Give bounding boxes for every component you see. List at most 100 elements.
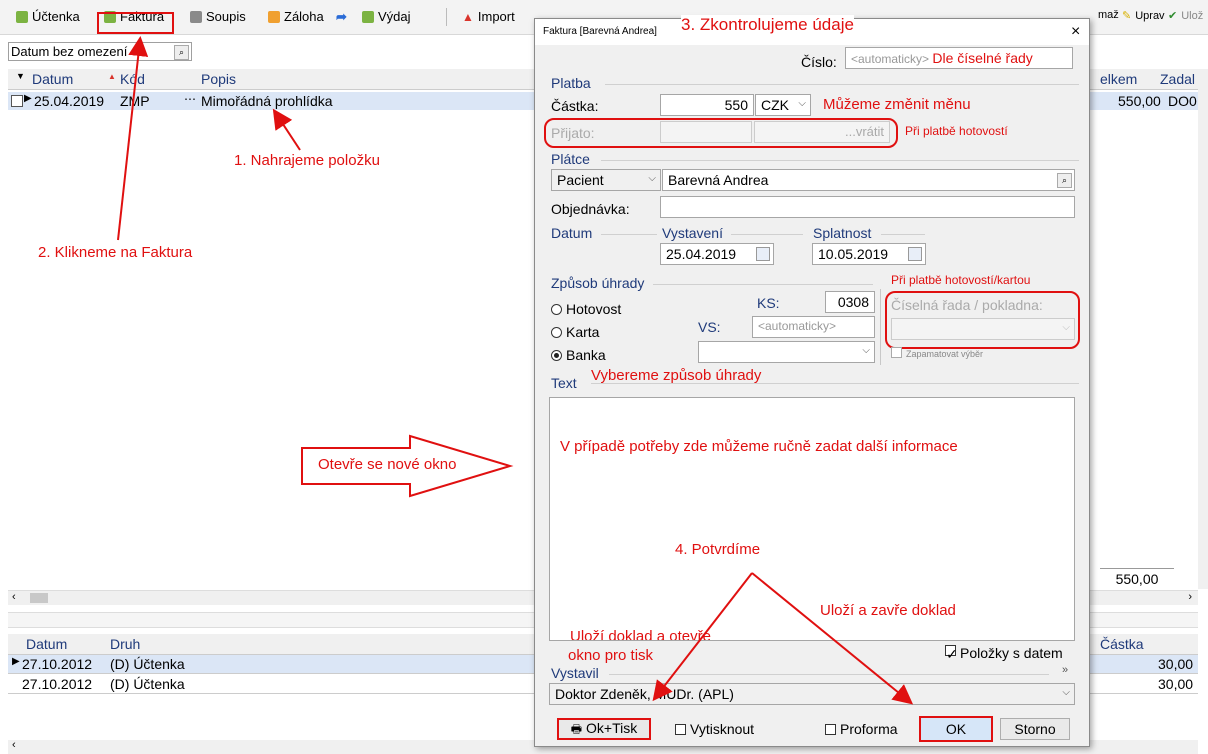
column-castka[interactable]: Částka [1100, 636, 1144, 652]
toolbar-edit-button[interactable]: ✎ Uprav [1122, 9, 1165, 23]
sort-down-icon[interactable]: ▼ [16, 71, 25, 81]
toolbar-separator [446, 8, 447, 26]
row-checkbox[interactable] [11, 95, 23, 107]
top-grid-sum: 550,00 [1100, 568, 1174, 591]
vytisknout-checkbox[interactable]: Vytisknout [675, 721, 754, 737]
search-icon[interactable]: ⌕ [1057, 173, 1072, 188]
platce-type-select[interactable]: Pacient ⌵ [551, 169, 661, 191]
collapse-icon[interactable]: » [1062, 664, 1068, 676]
radio-karta[interactable]: Karta [551, 324, 599, 340]
zapamatovat-checkbox[interactable]: Zapamatovat výběr [891, 347, 983, 359]
ks-label: KS: [757, 295, 780, 311]
column-zadal[interactable]: Zadal [1160, 71, 1195, 87]
scroll-thumb[interactable] [30, 593, 48, 603]
vystaveni-label: Vystavení [662, 225, 723, 241]
cislo-input[interactable]: <automaticky> Dle číselné řady [845, 47, 1073, 69]
calendar-icon[interactable] [908, 247, 922, 261]
ks-input[interactable]: 0308 [825, 291, 875, 313]
bank-account-select[interactable]: ⌵ [698, 341, 875, 363]
ok-tisk-button[interactable]: 🖶 Ok+Tisk [557, 718, 651, 740]
castka-input[interactable]: 550 [660, 94, 754, 116]
annotation-ok-tisk: Uloží doklad a otevře [570, 628, 711, 641]
expense-icon [362, 10, 374, 23]
polozky-checkbox[interactable]: ✓ Položky s datem [945, 645, 1063, 662]
highlight-faktura [97, 12, 174, 34]
printer-icon: 🖶 [570, 722, 583, 736]
column-celkem[interactable]: elkem [1100, 71, 1137, 87]
objednavka-label: Objednávka: [551, 201, 630, 217]
platba-section: Platba [551, 75, 591, 91]
vertical-scrollbar[interactable] [1198, 69, 1208, 589]
annotation-text: V případě potřeby zde můžeme ručně zadat… [560, 438, 958, 455]
annotation-new-window: Otevře se nové okno [318, 456, 457, 473]
storno-button[interactable]: Storno [1000, 718, 1070, 740]
column-popis[interactable]: Popis [201, 71, 236, 87]
receipt-icon [16, 10, 28, 23]
calendar-icon[interactable] [756, 247, 770, 261]
toolbar-save-button[interactable]: ✔ Ulož [1168, 9, 1203, 23]
annotation-ok: Uloží a zavře doklad [820, 602, 956, 619]
arrow-to-item [272, 108, 301, 151]
datum-section: Datum [551, 225, 593, 241]
column-druh[interactable]: Druh [110, 636, 140, 652]
column-datum[interactable]: Datum [26, 636, 67, 652]
annotation-step-1: 1. Nahrajeme položku [234, 152, 380, 169]
highlight-ciselna-rada [885, 291, 1080, 349]
invoice-dialog: Faktura [Barevná Andrea] × Číslo: <autom… [534, 15, 1090, 747]
chevron-down-icon: ⌵ [798, 98, 806, 109]
search-icon[interactable]: ⌕ [174, 45, 189, 60]
chevron-down-icon: ⌵ [1062, 687, 1070, 698]
currency-select[interactable]: CZK ⌵ [755, 94, 811, 116]
check-icon: ✔ [1168, 10, 1178, 22]
chevron-down-icon: ⌵ [862, 345, 870, 356]
arrow-icon[interactable]: ➦ [336, 9, 347, 25]
annotation-hotovost: Při platbě hotovostí [905, 124, 1008, 138]
radio-banka[interactable]: Banka [551, 347, 606, 363]
warning-icon: ▲ [462, 9, 474, 24]
text-area[interactable]: V případě potřeby zde můžeme ručně zadat… [549, 397, 1075, 641]
radio-hotovost[interactable]: Hotovost [551, 301, 621, 317]
row-indicator-icon: ▶ [12, 656, 20, 667]
platce-name-input[interactable]: Barevná Andrea ⌕ [662, 169, 1075, 191]
objednavka-input[interactable] [660, 196, 1075, 218]
close-icon[interactable]: × [1071, 23, 1080, 41]
ok-button[interactable]: OK [919, 716, 993, 742]
annotation-step-3: 3. Zkontrolujeme údaje [681, 15, 854, 35]
toolbar-uctenka-button[interactable]: Účtenka [16, 9, 80, 24]
column-kod[interactable]: Kód [120, 71, 145, 87]
splatnost-label: Splatnost [813, 225, 872, 241]
scroll-left-icon[interactable]: ‹ [12, 591, 16, 603]
vs-label: VS: [698, 319, 721, 335]
scroll-right-icon[interactable]: › [1188, 591, 1192, 603]
sort-asc-icon: ▲ [108, 72, 116, 81]
chevron-down-icon: ⌵ [648, 173, 656, 184]
row-indicator-icon: ▶ [24, 93, 32, 104]
date-filter-combo[interactable]: Datum bez omezení ⌕ [8, 42, 192, 61]
toolbar-delete-button[interactable]: maž [1098, 9, 1119, 21]
more-icon[interactable]: ⋯ [184, 92, 196, 106]
annotation-step-2: 2. Klikneme na Faktura [38, 244, 193, 261]
toolbar-zaloha-button[interactable]: Záloha [268, 9, 324, 24]
toolbar-soupis-button[interactable]: Soupis [190, 9, 246, 24]
toolbar-vydaj-button[interactable]: Výdaj [362, 9, 411, 24]
annotation-dle-rady: Dle číselné řady [932, 50, 1033, 66]
text-section: Text [551, 375, 577, 391]
proforma-checkbox[interactable]: Proforma [825, 721, 898, 737]
toolbar-import-button[interactable]: ▲ Import [462, 9, 515, 24]
cislo-label: Číslo: [801, 54, 837, 70]
dialog-title: Faktura [Barevná Andrea] [543, 26, 657, 37]
vs-input[interactable]: <automaticky> [752, 316, 875, 338]
zpusob-section: Způsob úhrady [551, 275, 645, 291]
annotation-mena: Můžeme změnit měnu [823, 96, 971, 113]
annotation-hotovost-karta: Při platbě hotovostí/kartou [891, 273, 1031, 287]
highlight-prijato [544, 118, 898, 148]
list-icon [190, 10, 202, 23]
annotation-zpusob: Vybereme způsob úhrady [591, 367, 762, 384]
annotation-ok-tisk-2: okno pro tisk [568, 647, 654, 664]
deposit-icon [268, 10, 280, 23]
platce-section: Plátce [551, 151, 590, 167]
scroll-left-icon[interactable]: ‹ [12, 739, 16, 751]
column-datum[interactable]: Datum [32, 71, 73, 87]
vystavil-select[interactable]: Doktor Zdeněk, MUDr. (APL) ⌵ [549, 683, 1075, 705]
castka-label: Částka: [551, 98, 599, 114]
